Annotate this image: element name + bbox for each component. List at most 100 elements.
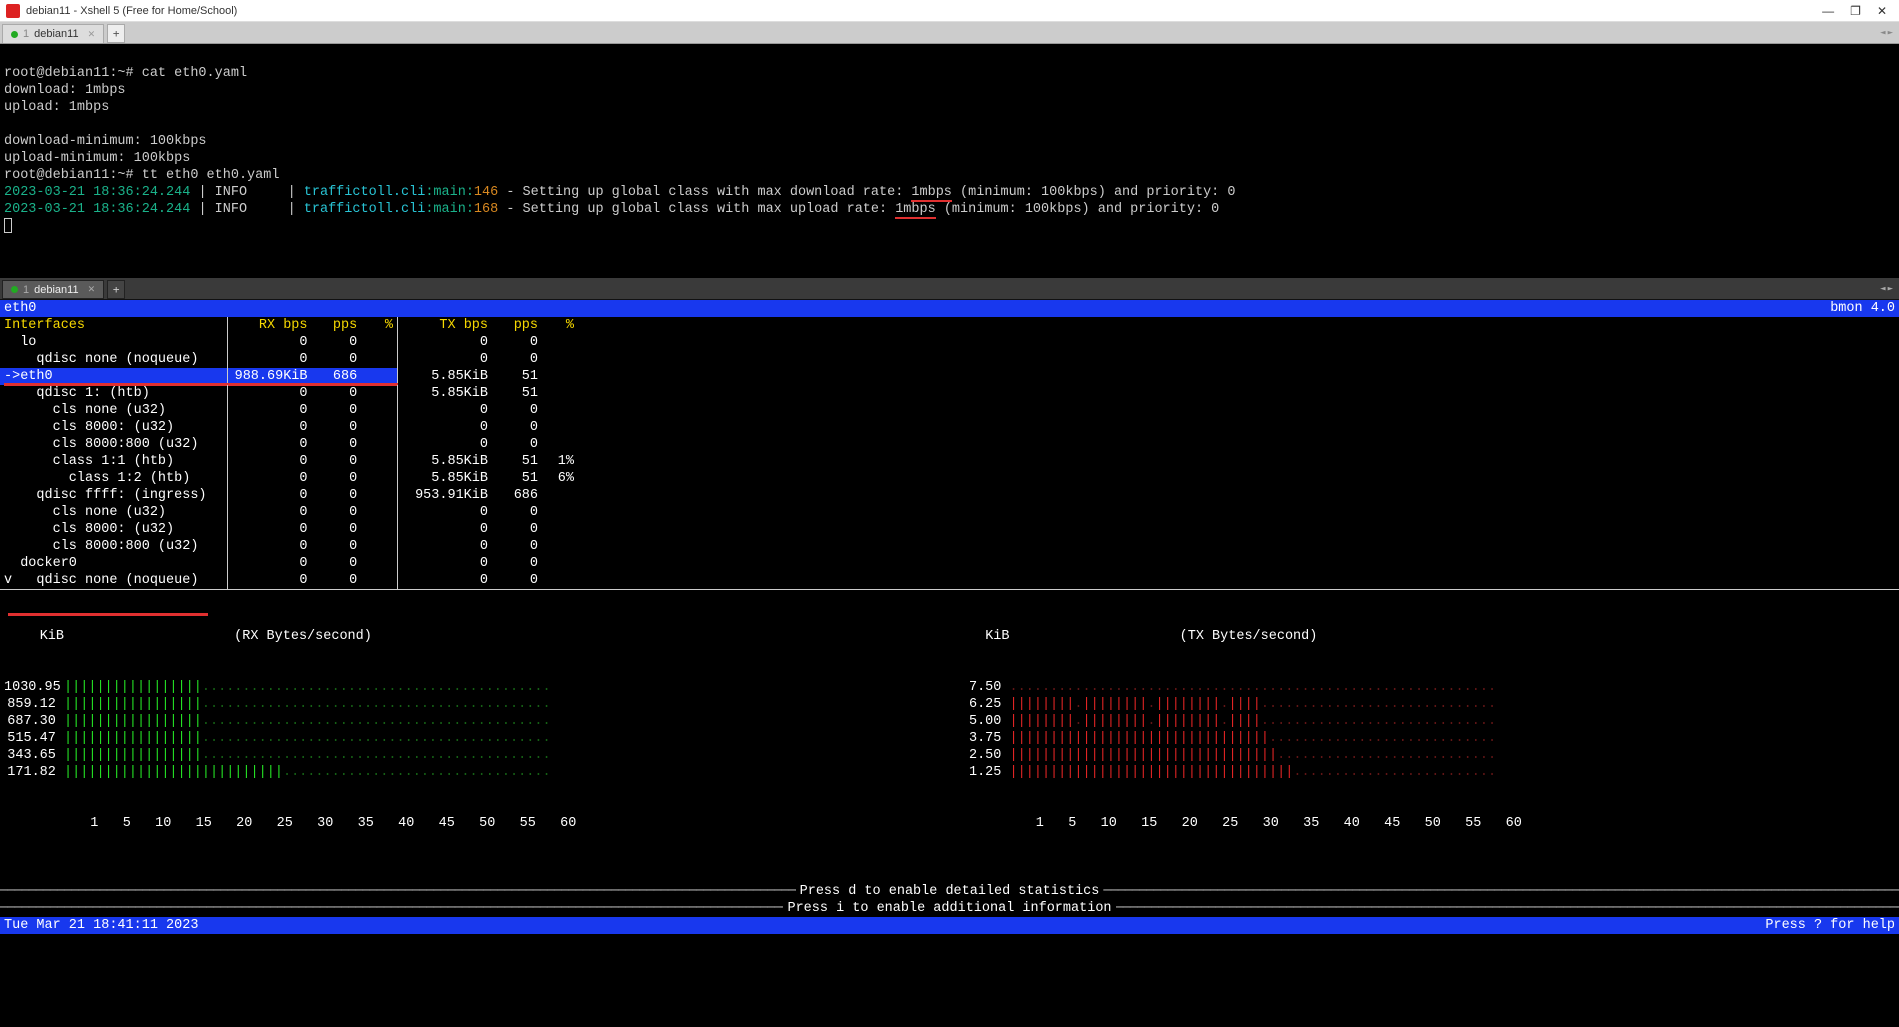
- rx-cell: 00: [228, 351, 398, 368]
- close-icon[interactable]: ✕: [88, 29, 96, 40]
- chart-row: 7.50 ...................................…: [950, 679, 1896, 696]
- chart-row: 5.00 ||||||||.||||||||.||||||||.||||....…: [950, 713, 1896, 730]
- log-func: :main:: [425, 185, 474, 200]
- chart-row: 3.75 ||||||||||||||||||||||||||||||||...…: [950, 730, 1896, 747]
- hdr-rxbps: RX bps: [228, 317, 308, 334]
- table-row[interactable]: cls 8000:800 (u32)0000: [0, 538, 1899, 555]
- tx-cell: 00: [398, 419, 578, 436]
- tab-left-arrow-icon[interactable]: ◄: [1880, 28, 1885, 38]
- terminal-output-top[interactable]: root@debian11:~# cat eth0.yaml download:…: [0, 44, 1899, 278]
- table-row[interactable]: lo0000: [0, 334, 1899, 351]
- iface-cell: cls none (u32): [0, 402, 228, 419]
- chart-row: 859.12 |||||||||||||||||................…: [4, 696, 950, 713]
- new-tab-button[interactable]: +: [107, 24, 125, 43]
- chart-xlabels: 1 5 10 15 20 25 30 35 40 45 50 55 60: [950, 815, 1896, 832]
- tx-cell: 5.85KiB516%: [398, 470, 578, 487]
- tab-left-arrow-icon[interactable]: ◄: [1880, 284, 1885, 294]
- table-row[interactable]: class 1:2 (htb)005.85KiB516%: [0, 470, 1899, 487]
- iface-cell: qdisc ffff: (ingress): [0, 487, 228, 504]
- maximize-button[interactable]: ❐: [1850, 4, 1861, 18]
- log-module: traffictoll.cli: [304, 185, 426, 200]
- table-row[interactable]: docker00000: [0, 555, 1899, 572]
- table-row[interactable]: class 1:1 (htb)005.85KiB511%: [0, 453, 1899, 470]
- tx-cell: 5.85KiB51: [398, 385, 578, 402]
- status-time: Tue Mar 21 18:41:11 2023: [4, 917, 198, 934]
- log-level: INFO: [215, 202, 247, 217]
- terminal-line: download-minimum: 100kbps: [4, 134, 207, 149]
- bmon-pane[interactable]: eth0 bmon 4.0 Interfaces RX bpspps% TX b…: [0, 300, 1899, 1027]
- log-lineno: 146: [474, 185, 498, 200]
- tx-cell: 00: [398, 538, 578, 555]
- chart-row: 1030.95 |||||||||||||||||...............…: [4, 679, 950, 696]
- rx-cell: 00: [228, 521, 398, 538]
- close-icon[interactable]: ✕: [88, 284, 96, 295]
- status-dot: [11, 31, 18, 38]
- table-row[interactable]: qdisc 1: (htb)005.85KiB51: [0, 385, 1899, 402]
- chart-row: 1.25 |||||||||||||||||||||||||||||||||||…: [950, 764, 1896, 781]
- iface-cell: lo: [0, 334, 228, 351]
- pipe: |: [190, 185, 214, 200]
- chart-row: 171.82 |||||||||||||||||||||||||||......…: [4, 764, 950, 781]
- rx-cell: 00: [228, 487, 398, 504]
- tab-number: 1: [23, 28, 29, 40]
- bmon-title: eth0: [4, 300, 36, 317]
- log-module: traffictoll.cli: [304, 202, 426, 217]
- hint-text: Press i to enable additional information: [783, 900, 1115, 917]
- charts-zone: KiB (RX Bytes/second) 1030.95 ||||||||||…: [0, 590, 1899, 883]
- rx-cell: 00: [228, 504, 398, 521]
- window-titlebar: debian11 - Xshell 5 (Free for Home/Schoo…: [0, 0, 1899, 22]
- rx-cell: 00: [228, 538, 398, 555]
- chart-unit: KiB: [4, 628, 64, 645]
- tab-name: debian11: [34, 28, 78, 40]
- table-row[interactable]: cls none (u32)0000: [0, 402, 1899, 419]
- tab-right-arrow-icon[interactable]: ►: [1888, 28, 1893, 38]
- sep: |: [247, 202, 304, 217]
- terminal-line: upload-minimum: 100kbps: [4, 151, 190, 166]
- new-tab-button[interactable]: +: [107, 280, 125, 299]
- table-row[interactable]: cls 8000: (u32)0000: [0, 521, 1899, 538]
- hdr-pps: pps: [308, 317, 358, 334]
- table-row[interactable]: qdisc ffff: (ingress)00953.91KiB686: [0, 487, 1899, 504]
- tab-debian11-bottom[interactable]: 1 debian11 ✕: [2, 280, 104, 299]
- tab-right-arrow-icon[interactable]: ►: [1888, 284, 1893, 294]
- rx-cell: 00: [228, 572, 398, 589]
- close-button[interactable]: ✕: [1877, 4, 1887, 18]
- chart-unit: KiB: [950, 628, 1010, 645]
- tx-cell: 5.85KiB511%: [398, 453, 578, 470]
- log-lineno: 168: [474, 202, 498, 217]
- table-row[interactable]: ->eth0988.69KiB6865.85KiB51: [0, 368, 1899, 385]
- iface-cell: qdisc none (noqueue): [0, 351, 228, 368]
- terminal-line: root@debian11:~# tt eth0 eth0.yaml: [4, 168, 279, 183]
- tx-cell: 00: [398, 521, 578, 538]
- iface-cell: cls 8000:800 (u32): [0, 436, 228, 453]
- tx-cell: 00: [398, 572, 578, 589]
- table-row[interactable]: cls none (u32)0000: [0, 504, 1899, 521]
- table-row[interactable]: qdisc none (noqueue)0000: [0, 351, 1899, 368]
- chart-title: (RX Bytes/second): [234, 629, 372, 644]
- iface-cell: qdisc 1: (htb): [0, 385, 228, 402]
- bmon-header: eth0 bmon 4.0: [0, 300, 1899, 317]
- window-title: debian11 - Xshell 5 (Free for Home/Schoo…: [26, 5, 237, 17]
- tx-cell: 00: [398, 436, 578, 453]
- rx-chart: KiB (RX Bytes/second) 1030.95 ||||||||||…: [4, 594, 950, 883]
- table-row[interactable]: cls 8000: (u32)0000: [0, 419, 1899, 436]
- terminal-line: upload: 1mbps: [4, 100, 109, 115]
- tx-cell: 00: [398, 402, 578, 419]
- terminal-line: download: 1mbps: [4, 83, 126, 98]
- hdr-pps: pps: [488, 317, 538, 334]
- table-row[interactable]: v qdisc none (noqueue)0000: [0, 572, 1899, 589]
- table-row[interactable]: cls 8000:800 (u32)0000: [0, 436, 1899, 453]
- rx-cell: 00: [228, 436, 398, 453]
- chart-xlabels: 1 5 10 15 20 25 30 35 40 45 50 55 60: [4, 815, 950, 832]
- tx-cell: 00: [398, 555, 578, 572]
- tx-cell: 5.85KiB51: [398, 368, 578, 385]
- sep: |: [247, 185, 304, 200]
- chart-title: (TX Bytes/second): [1180, 629, 1318, 644]
- cursor: [4, 218, 12, 233]
- tab-debian11-top[interactable]: 1 debian11 ✕: [2, 24, 104, 43]
- tx-chart: KiB (TX Bytes/second) 7.50 .............…: [950, 594, 1896, 883]
- tab-name: debian11: [34, 284, 78, 296]
- log-level: INFO: [215, 185, 247, 200]
- minimize-button[interactable]: —: [1822, 4, 1834, 18]
- iface-cell: class 1:1 (htb): [0, 453, 228, 470]
